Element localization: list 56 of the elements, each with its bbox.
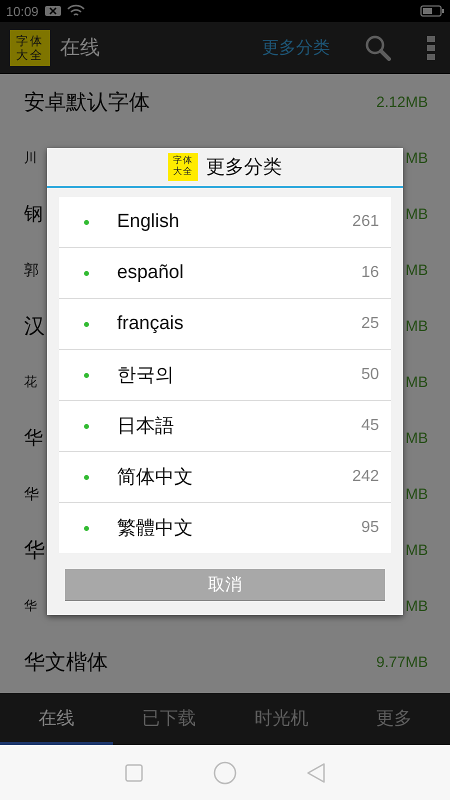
font-size: MB [406, 598, 428, 614]
bullet-icon [84, 322, 89, 326]
app-logo: 字体大全 [10, 30, 50, 66]
category-count: 50 [361, 366, 379, 384]
bullet-icon [84, 270, 89, 276]
category-item[interactable]: English 261 [59, 197, 391, 248]
font-size: MB [406, 542, 428, 558]
home-icon[interactable] [212, 760, 237, 784]
bullet-icon [84, 424, 89, 428]
category-count: 95 [361, 519, 379, 537]
font-size: 2.12MB [376, 94, 428, 110]
tab[interactable]: 更多 [338, 693, 450, 745]
category-item[interactable]: español 16 [59, 248, 391, 299]
category-item[interactable]: 简体中文 242 [59, 452, 391, 503]
category-item[interactable]: français 25 [59, 299, 391, 350]
font-name: 华 [24, 598, 37, 615]
category-item[interactable]: 한국의 50 [59, 350, 391, 401]
category-count: 242 [352, 468, 379, 486]
font-name: 华 [24, 484, 39, 504]
bullet-icon [84, 372, 89, 378]
wifi-icon [66, 4, 85, 18]
font-name: 华 [24, 537, 45, 564]
bullet-icon [84, 474, 89, 480]
clock: 10:09 [6, 4, 39, 18]
category-item[interactable]: 日本語 45 [59, 401, 391, 452]
category-label: español [117, 262, 184, 284]
app-title: 在线 [60, 34, 100, 61]
category-count: 45 [361, 417, 379, 435]
notification-icon [44, 5, 62, 17]
font-size: 9.77MB [376, 654, 428, 670]
font-row[interactable]: 华文楷体 9.77MB [0, 634, 450, 690]
bullet-icon [84, 220, 89, 224]
overflow-menu-icon[interactable] [426, 34, 436, 62]
app-logo: 字体大全 [168, 153, 198, 181]
category-label: 简体中文 [117, 466, 193, 490]
category-item[interactable]: 繁體中文 95 [59, 503, 391, 553]
category-label: English [117, 211, 180, 233]
font-name: 华文楷体 [24, 649, 108, 676]
bullet-icon [84, 526, 89, 530]
category-count: 25 [361, 315, 379, 333]
category-label: français [117, 313, 184, 335]
dialog-title: 更多分类 [206, 155, 282, 180]
tab[interactable]: 时光机 [225, 693, 338, 745]
tab[interactable]: 已下载 [112, 693, 225, 745]
category-count: 261 [352, 213, 379, 231]
category-label: 日本語 [117, 415, 174, 439]
recents-icon[interactable] [124, 762, 144, 782]
category-count: 16 [361, 264, 379, 282]
category-label: 한국의 [117, 364, 174, 388]
back-icon[interactable] [306, 762, 326, 784]
font-row[interactable]: 安卓默认字体 2.12MB [0, 74, 450, 130]
category-label: 繁體中文 [117, 517, 193, 541]
battery-icon [420, 5, 444, 17]
search-icon[interactable] [364, 34, 392, 62]
font-size: MB [406, 486, 428, 502]
font-name: 安卓默认字体 [24, 89, 150, 116]
